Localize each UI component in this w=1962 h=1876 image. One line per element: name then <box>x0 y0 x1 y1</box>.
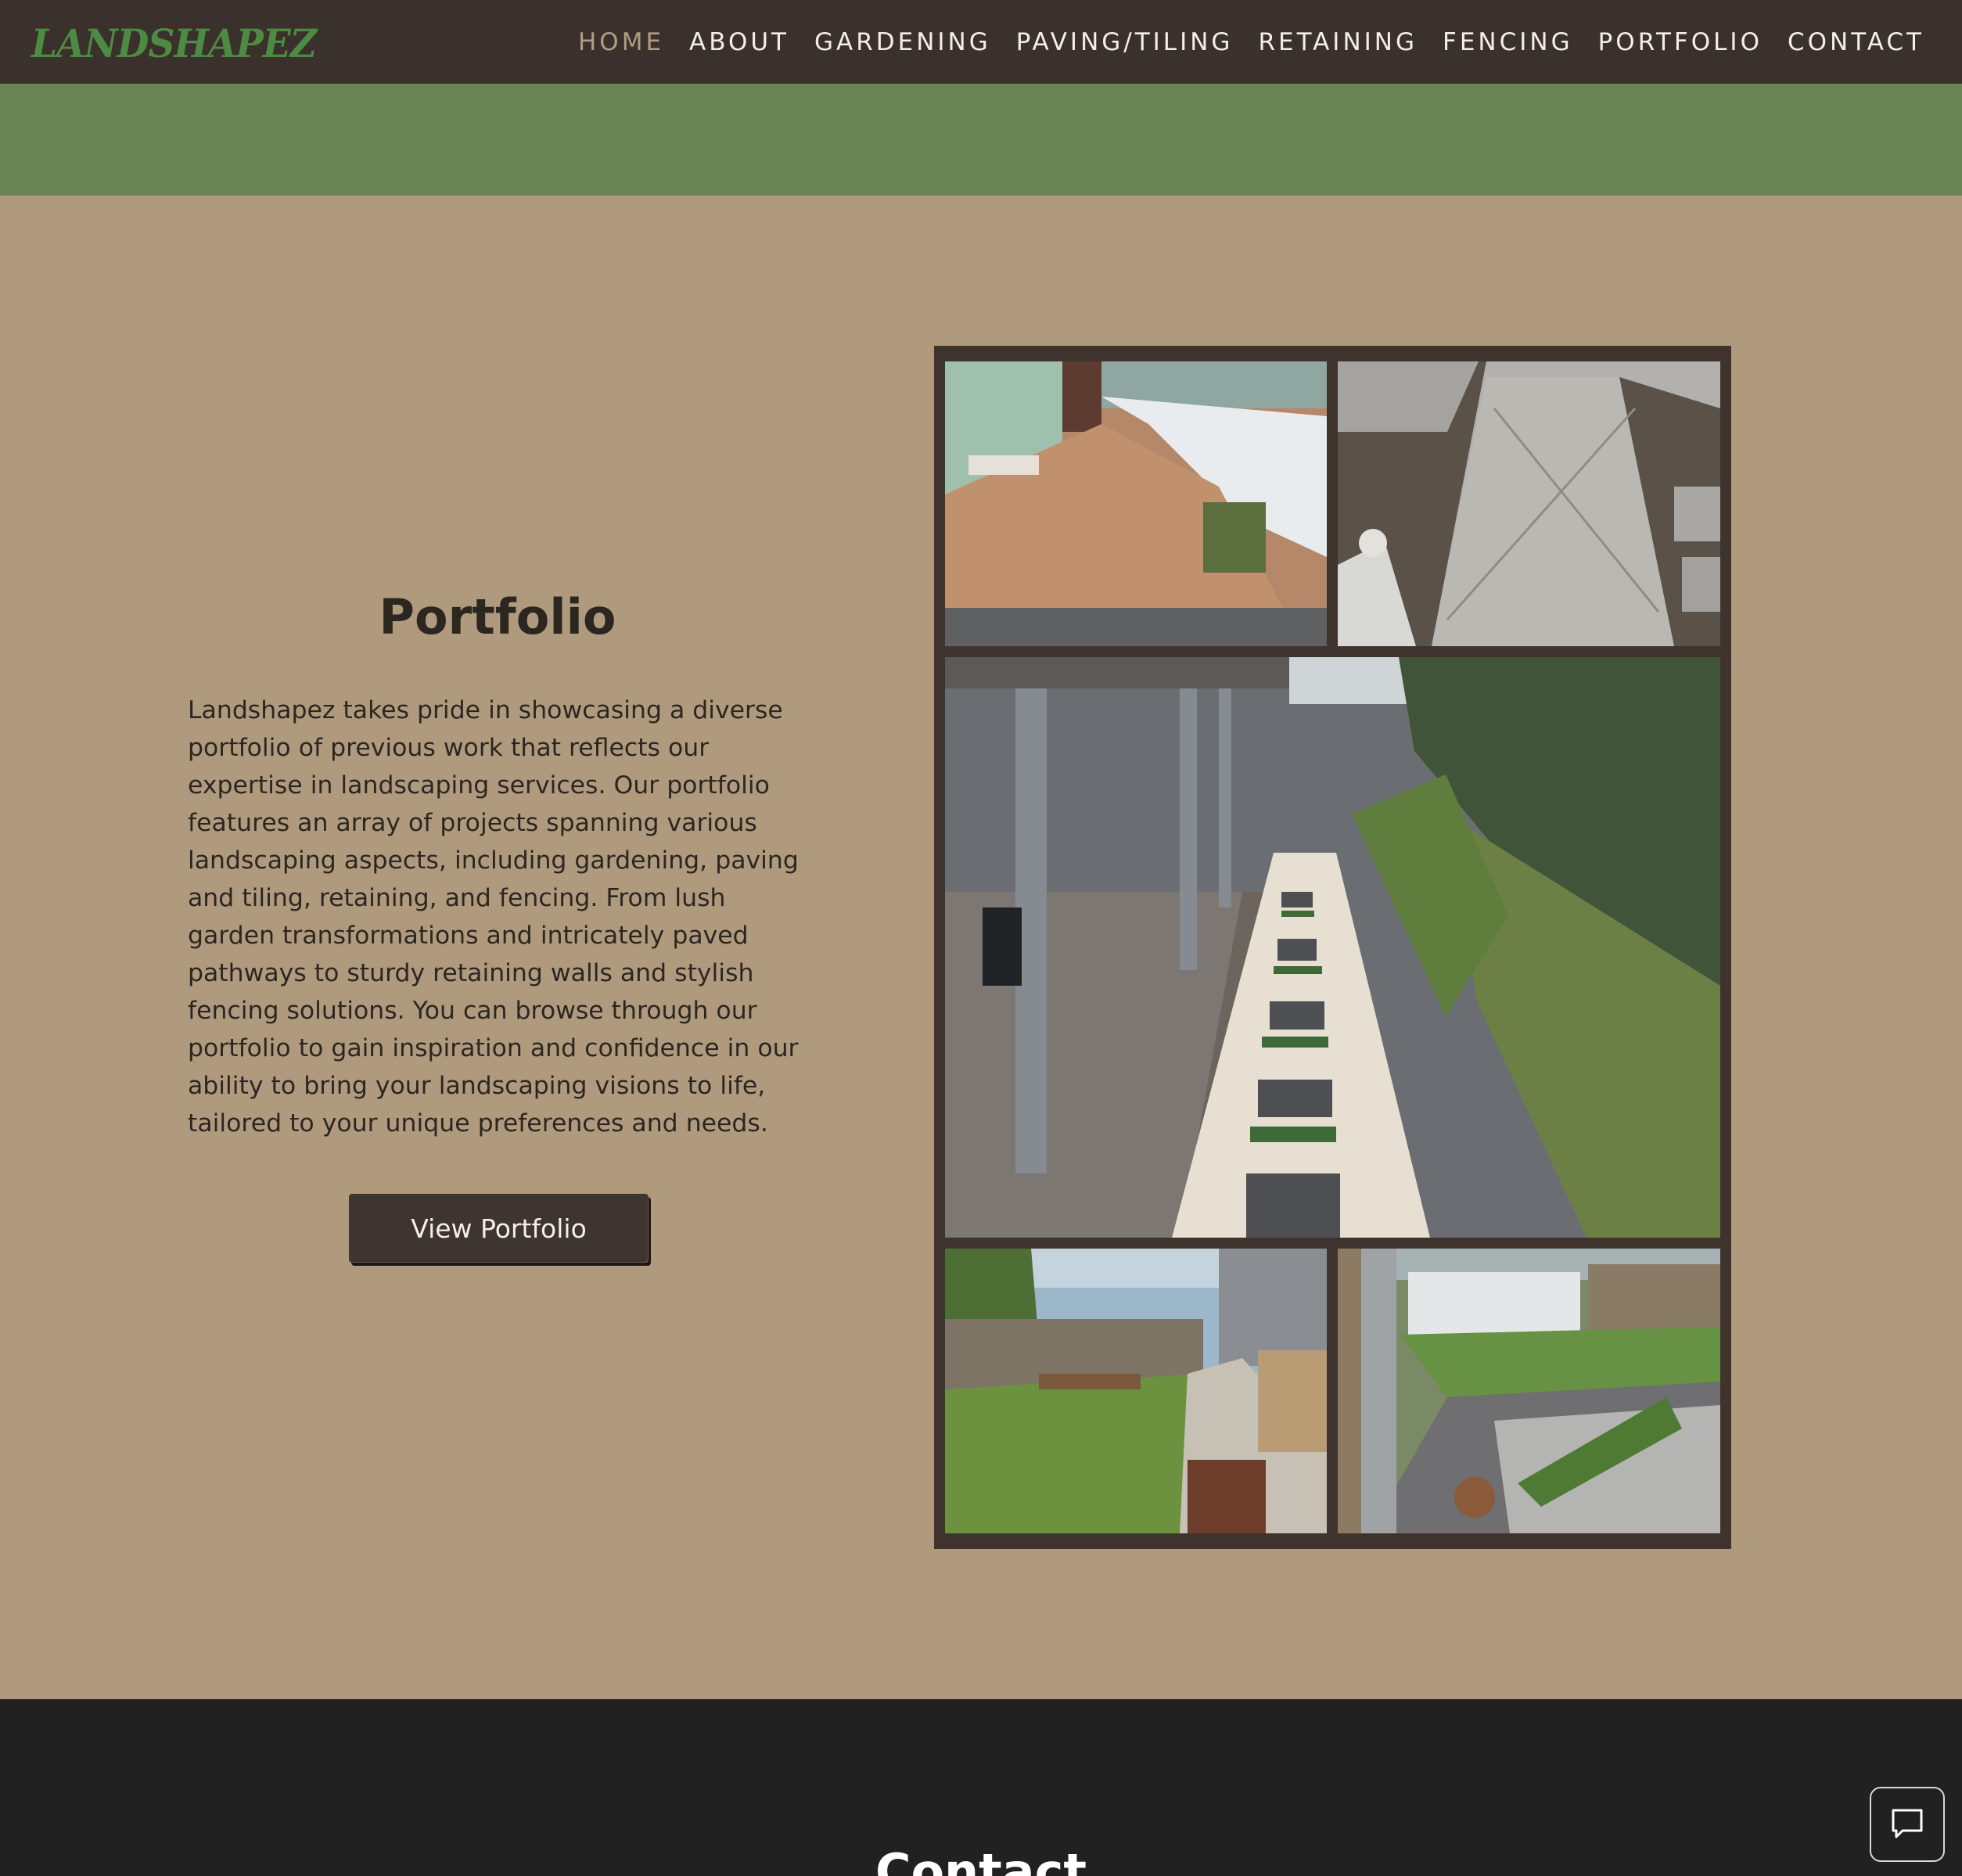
nav-home[interactable]: HOME <box>578 28 664 56</box>
site-header: LANDSHAPEZ HOME ABOUT GARDENING PAVING/T… <box>0 0 1962 84</box>
nav-about[interactable]: ABOUT <box>689 28 789 56</box>
nav-paving-tiling[interactable]: PAVING/TILING <box>1016 28 1234 56</box>
green-banner <box>0 84 1962 196</box>
chat-button[interactable] <box>1870 1787 1945 1862</box>
main-nav: HOME ABOUT GARDENING PAVING/TILING RETAI… <box>578 0 1924 84</box>
nav-contact[interactable]: CONTACT <box>1788 28 1924 56</box>
gallery-image-side-garden[interactable] <box>945 657 1720 1238</box>
portfolio-description: Landshapez takes pride in showcasing a d… <box>188 696 799 1137</box>
nav-fencing[interactable]: FENCING <box>1443 28 1573 56</box>
portfolio-gallery <box>934 346 1731 1549</box>
view-portfolio-button[interactable]: View Portfolio <box>349 1194 649 1263</box>
contact-title: Contact <box>875 1843 1087 1876</box>
site-logo[interactable]: LANDSHAPEZ <box>31 20 317 66</box>
gallery-image-tiled-walkway[interactable] <box>1338 361 1720 646</box>
nav-portfolio[interactable]: PORTFOLIO <box>1598 28 1763 56</box>
nav-retaining[interactable]: RETAINING <box>1258 28 1418 56</box>
gallery-image-backyard-lawn[interactable] <box>945 1249 1327 1533</box>
gallery-image-paved-path[interactable] <box>945 361 1327 646</box>
gallery-image-garden-fence[interactable] <box>1338 1249 1720 1533</box>
chat-bubble-icon <box>1892 1809 1923 1838</box>
nav-gardening[interactable]: GARDENING <box>814 28 991 56</box>
portfolio-title: Portfolio <box>379 588 616 645</box>
